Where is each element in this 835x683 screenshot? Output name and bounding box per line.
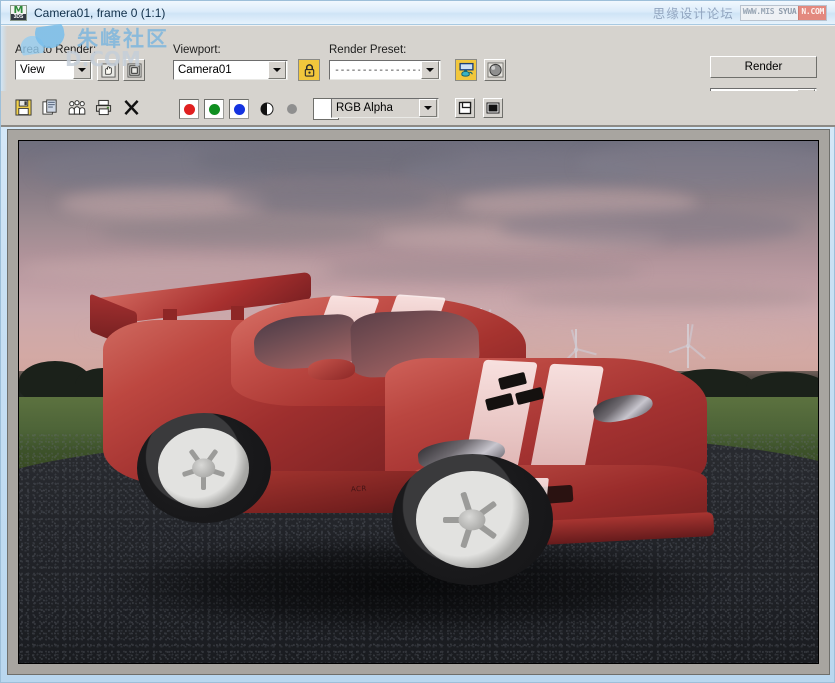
watermark-logo: WWW.MIS SYUA N.COM: [740, 5, 827, 21]
channel-select[interactable]: RGB Alpha: [331, 98, 439, 118]
area-to-render-group: Area to Render: View: [15, 44, 145, 81]
print-icon[interactable]: [94, 97, 114, 117]
chevron-down-icon[interactable]: [419, 99, 437, 117]
viewport-label: Viewport:: [173, 44, 320, 56]
front-rim: [416, 471, 529, 568]
acr-badge: ACR: [351, 485, 367, 494]
channel-select-value: RGB Alpha: [336, 102, 418, 114]
rear-wheel: [137, 413, 271, 523]
blue-channel-icon[interactable]: [229, 99, 249, 119]
area-to-render-label: Area to Render:: [15, 44, 145, 56]
render-region-glyph: [127, 63, 142, 78]
toggle-ui-glyph: [458, 101, 472, 115]
green-channel-icon[interactable]: [204, 99, 224, 119]
chevron-down-icon[interactable]: [73, 61, 91, 79]
title-bar: M 3DS Camera01, frame 0 (1:1) 思缘设计论坛 WWW…: [1, 1, 835, 25]
red-channel-icon[interactable]: [179, 99, 199, 119]
file-tools-group: [13, 97, 141, 117]
chevron-down-icon[interactable]: [421, 61, 439, 79]
render-preset-label: Render Preset:: [329, 44, 506, 56]
x-glyph: [123, 99, 140, 116]
render-region-icon[interactable]: [123, 59, 145, 81]
clone-image-icon[interactable]: [67, 97, 87, 117]
area-to-render-select[interactable]: View: [15, 60, 93, 80]
clone-glyph: [68, 99, 86, 116]
viper-car: ACR: [83, 282, 754, 627]
3dsmax-icon: M 3DS: [10, 5, 27, 21]
render-frame-window: M 3DS Camera01, frame 0 (1:1) 思缘设计论坛 WWW…: [0, 0, 835, 683]
toolbar-left-edge: [1, 26, 7, 91]
hand-pan-icon[interactable]: [97, 59, 119, 81]
save-floppy-icon[interactable]: [13, 97, 33, 117]
hand-pan-glyph: [101, 63, 116, 78]
save-glyph: [15, 99, 32, 116]
alpha-channel-icon[interactable]: [257, 99, 277, 119]
material-sphere-icon[interactable]: [484, 59, 506, 81]
channel-buttons-group: [179, 98, 339, 120]
teapot-glyph: [458, 62, 475, 78]
watermark-brand: 思缘设计论坛 WWW.MIS SYUA N.COM: [653, 3, 827, 22]
monochrome-channel-icon[interactable]: [282, 99, 302, 119]
copy-glyph: [42, 99, 59, 116]
render-preset-select[interactable]: --------------------------------: [329, 60, 441, 80]
clear-close-x-icon[interactable]: [121, 97, 141, 117]
chevron-down-icon[interactable]: [268, 61, 286, 79]
mono-dot: [287, 104, 297, 114]
green-dot: [209, 104, 220, 115]
render-image-frame: ACR: [7, 129, 830, 675]
scene-content: ACR: [19, 141, 818, 663]
area-to-render-value: View: [20, 64, 72, 76]
side-mirror: [308, 359, 355, 380]
toggle-ui-panel-icon[interactable]: [455, 98, 475, 118]
viewport-group: Viewport: Camera01: [173, 44, 320, 81]
copy-icon[interactable]: [40, 97, 60, 117]
watermark-logo-seg2: SYUA: [776, 6, 798, 20]
image-tools-toolbar: RGB Alpha: [1, 91, 835, 127]
channel-select-group: RGB Alpha: [331, 98, 503, 118]
render-preset-value: --------------------------------: [334, 65, 420, 76]
red-dot: [184, 104, 195, 115]
lock-glyph: [303, 63, 316, 77]
watermark-logo-seg3: N.COM: [798, 6, 826, 20]
watermark-title-cn: 思缘设计论坛: [653, 3, 734, 22]
rendered-image[interactable]: ACR: [18, 140, 819, 664]
blue-dot: [234, 104, 245, 115]
sphere-glyph: [487, 62, 504, 78]
toggle-background-icon[interactable]: [483, 98, 503, 118]
lock-icon[interactable]: [298, 59, 320, 81]
front-wheel: [392, 454, 553, 585]
print-glyph: [95, 99, 113, 116]
render-button[interactable]: Render: [710, 56, 817, 78]
rear-rim: [158, 428, 249, 507]
render-preset-group: Render Preset: -------------------------…: [329, 44, 506, 81]
window-title: Camera01, frame 0 (1:1): [34, 6, 165, 20]
viewport-select[interactable]: Camera01: [173, 60, 288, 80]
render-scene-teapot-icon[interactable]: [455, 59, 477, 81]
viewport-value: Camera01: [178, 64, 267, 76]
watermark-logo-seg1: WWW.MIS: [741, 6, 777, 20]
toggle-bg-glyph: [486, 101, 500, 115]
render-setup-toolbar: Area to Render: View: [1, 25, 835, 91]
alpha-glyph: [260, 102, 274, 116]
